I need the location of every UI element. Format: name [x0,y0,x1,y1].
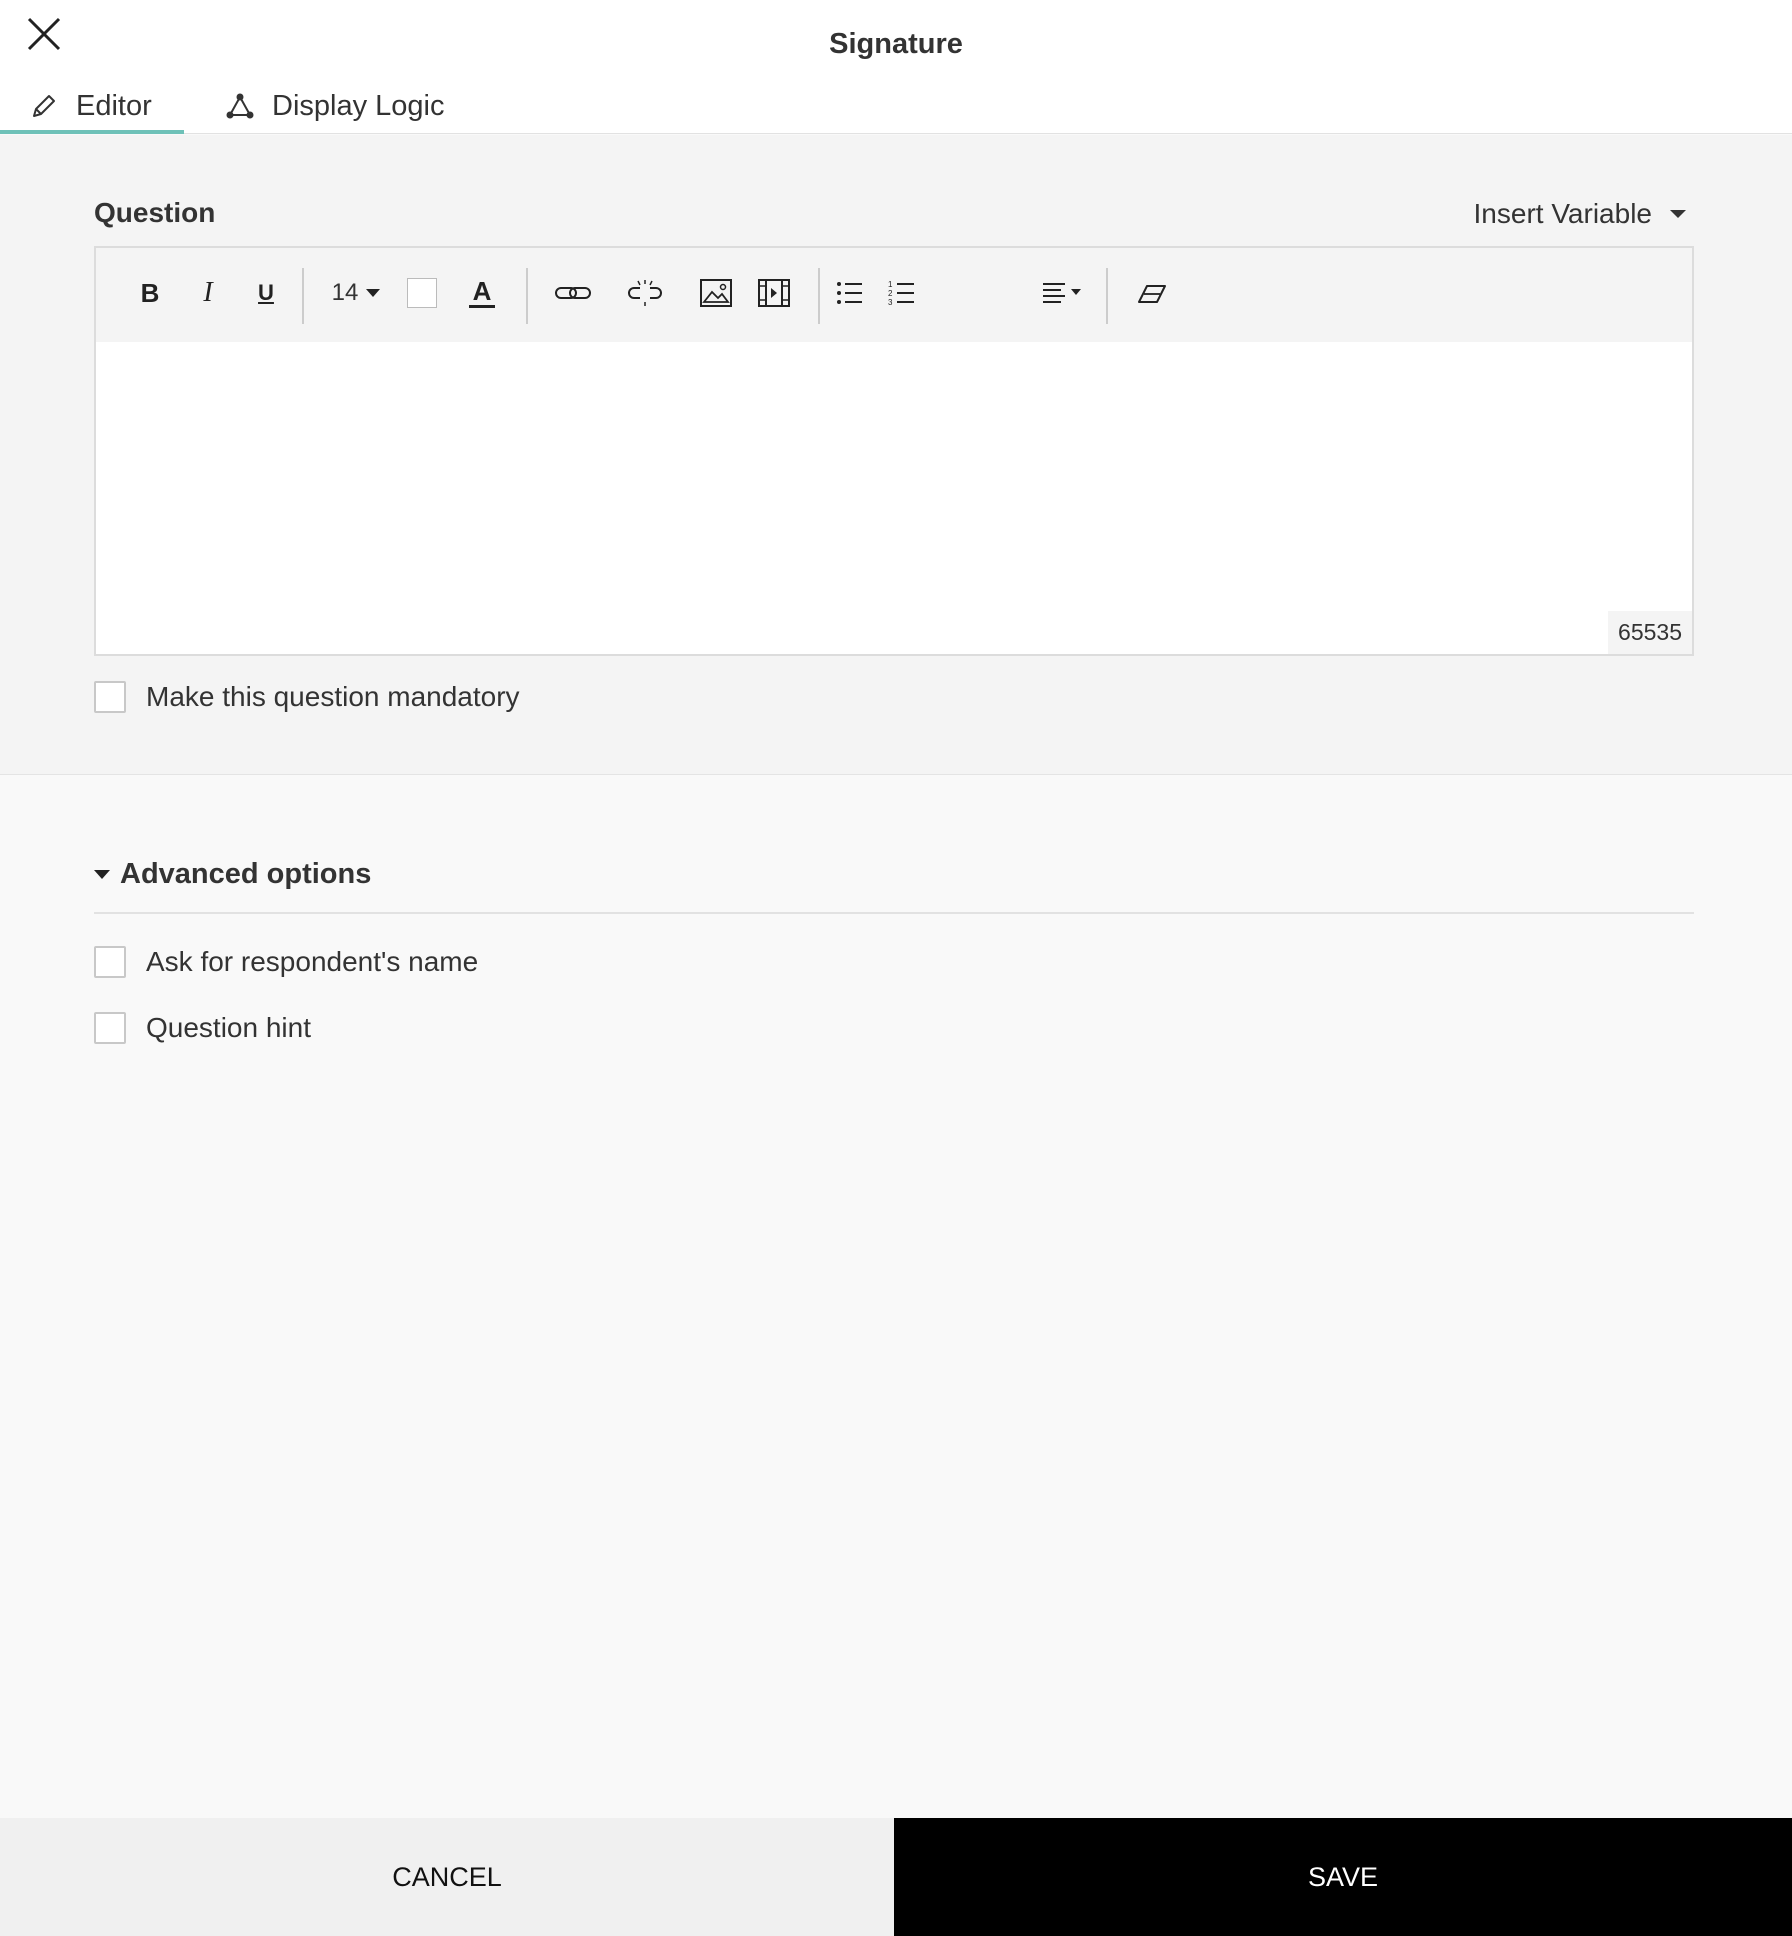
divider [94,912,1694,914]
color-swatch [407,278,437,308]
italic-icon: I [203,277,213,308]
remove-link-button[interactable] [620,268,670,318]
dialog-footer: CANCEL SAVE [0,1818,1792,1936]
bullet-list-icon [837,282,862,304]
bold-icon: B [140,277,160,308]
svg-text:2: 2 [888,289,893,298]
svg-text:3: 3 [888,298,893,307]
underline-icon: U [258,280,274,305]
dialog-title: Signature [829,28,963,60]
tab-display-logic[interactable]: Display Logic [224,78,444,134]
question-hint-option: Question hint [94,1012,311,1044]
mandatory-label: Make this question mandatory [146,681,520,712]
font-size-value: 14 [331,279,359,306]
save-button[interactable]: SAVE [894,1818,1792,1936]
underline-button[interactable]: U [246,268,286,318]
caret-down-icon [1670,210,1686,218]
align-left-icon [1043,283,1081,303]
rich-text-editor[interactable]: B I U 14 A 1 2 3 65535 [94,246,1694,656]
question-hint-label: Question hint [146,1012,311,1043]
mandatory-checkbox[interactable] [94,681,126,713]
caret-down-icon [366,289,381,297]
editor-toolbar: B I U 14 A 1 2 3 [96,248,1692,342]
tab-display-logic-label: Display Logic [272,89,445,122]
mandatory-option: Make this question mandatory [94,681,520,713]
insert-image-button[interactable] [694,268,738,318]
bullet-list-button[interactable] [830,268,870,318]
respondent-name-option: Ask for respondent's name [94,946,478,978]
dialog-header: Signature Editor Display Logic [0,0,1792,134]
unlink-icon [628,280,662,306]
advanced-options-toggle[interactable]: Advanced options [94,858,371,891]
clear-formatting-button[interactable] [1130,268,1174,318]
logic-nodes-icon [224,90,256,122]
video-icon [758,279,790,307]
tab-editor[interactable]: Editor [0,78,184,134]
toolbar-separator [526,268,528,324]
eraser-icon [1138,285,1166,303]
question-hint-checkbox[interactable] [94,1012,126,1044]
bold-button[interactable]: B [130,268,170,318]
toolbar-separator [1106,268,1108,324]
background-color-button[interactable] [402,268,442,318]
insert-variable-dropdown[interactable]: Insert Variable [1474,198,1686,230]
italic-button[interactable]: I [188,268,228,318]
text-color-bar [469,304,495,308]
insert-video-button[interactable] [752,268,796,318]
font-size-dropdown[interactable]: 14 [326,268,386,318]
text-color-icon: A [472,275,492,306]
tab-editor-label: Editor [76,89,152,122]
svg-text:1: 1 [888,280,893,289]
image-icon [700,279,732,307]
advanced-options-title: Advanced options [120,858,372,890]
respondent-name-checkbox[interactable] [94,946,126,978]
pencil-icon [28,90,60,122]
toolbar-separator [302,268,304,324]
link-icon [555,287,591,299]
toolbar-separator [818,268,820,324]
numbered-list-button[interactable]: 1 2 3 [882,268,922,318]
respondent-name-label: Ask for respondent's name [146,946,479,977]
text-color-button[interactable]: A [460,268,504,318]
question-label: Question [94,197,216,228]
align-dropdown[interactable] [1036,268,1090,318]
character-counter: 65535 [1608,611,1692,654]
cancel-button[interactable]: CANCEL [0,1818,894,1936]
numbered-list-icon: 1 2 3 [888,280,914,307]
caret-down-icon [94,870,110,879]
insert-link-button[interactable] [548,268,598,318]
insert-variable-label: Insert Variable [1473,198,1652,229]
